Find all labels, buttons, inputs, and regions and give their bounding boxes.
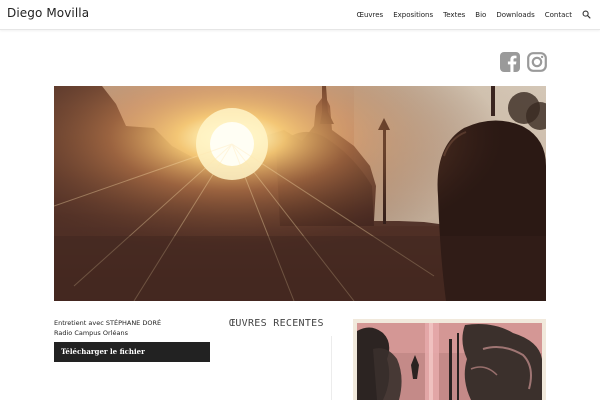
nav-item-contact[interactable]: Contact [545, 11, 572, 19]
nav-item-oeuvres[interactable]: Œuvres [356, 11, 383, 19]
social-links [500, 52, 547, 72]
facebook-icon[interactable] [500, 52, 520, 72]
nav-item-downloads[interactable]: Downloads [496, 11, 534, 19]
interview-widget: Entretient avec STÉPHANE DORÉ Radio Camp… [54, 318, 210, 362]
instagram-icon[interactable] [527, 52, 547, 72]
sunset-photo [54, 86, 546, 301]
recent-artwork-image[interactable] [353, 319, 546, 400]
interview-title: Entretient avec STÉPHANE DORÉ [54, 319, 162, 327]
main-nav: Œuvres Expositions Textes Bio Downloads … [356, 0, 600, 29]
divider [331, 336, 332, 400]
site-header: Diego Movilla Œuvres Expositions Textes … [0, 0, 600, 30]
nav-item-expositions[interactable]: Expositions [393, 11, 433, 19]
nav-item-textes[interactable]: Textes [443, 11, 465, 19]
artwork-painting [353, 319, 546, 400]
interview-subtitle: Radio Campus Orléans [54, 329, 128, 337]
recent-works-section: ŒUVRES RECENTES [229, 318, 341, 400]
site-title[interactable]: Diego Movilla [7, 6, 89, 20]
download-file-button[interactable]: Télécharger le fichier [54, 342, 210, 362]
search-icon[interactable] [582, 10, 591, 19]
hero-image [54, 86, 546, 301]
nav-item-bio[interactable]: Bio [475, 11, 486, 19]
section-heading: ŒUVRES RECENTES [229, 318, 324, 329]
